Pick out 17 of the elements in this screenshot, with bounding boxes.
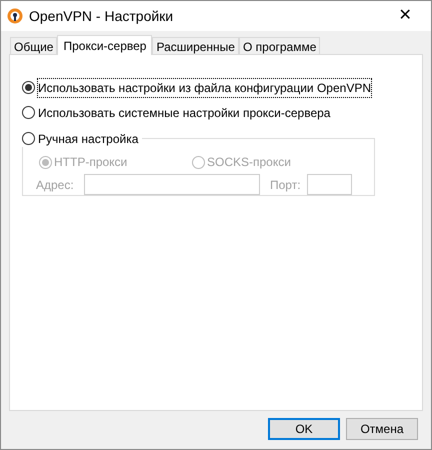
radio-button[interactable] — [22, 81, 35, 94]
tab[interactable]: Прокси-сервер — [57, 35, 152, 55]
option-label[interactable]: Использовать настройки из файла конфигурации OpenVPN — [37, 78, 372, 98]
dialog-button[interactable]: Отмена — [346, 418, 418, 440]
app-logo-icon — [7, 8, 23, 24]
tab[interactable]: О программе — [238, 37, 320, 54]
option-label[interactable]: Использовать системные настройки прокси-сервера — [37, 102, 332, 122]
tab[interactable]: Общие — [10, 37, 58, 54]
option-label[interactable]: Ручная настройка — [37, 128, 140, 148]
port-label: Порт: — [270, 176, 302, 194]
close-button[interactable]: ✕ — [385, 3, 425, 29]
radio-button[interactable] — [22, 106, 35, 119]
dialog-button[interactable]: OK — [268, 418, 340, 440]
radio-button[interactable] — [22, 132, 35, 145]
tab[interactable]: Расширенные — [152, 37, 239, 54]
window-title: OpenVPN - Настройки — [29, 6, 174, 26]
address-label: Адрес: — [35, 176, 75, 194]
